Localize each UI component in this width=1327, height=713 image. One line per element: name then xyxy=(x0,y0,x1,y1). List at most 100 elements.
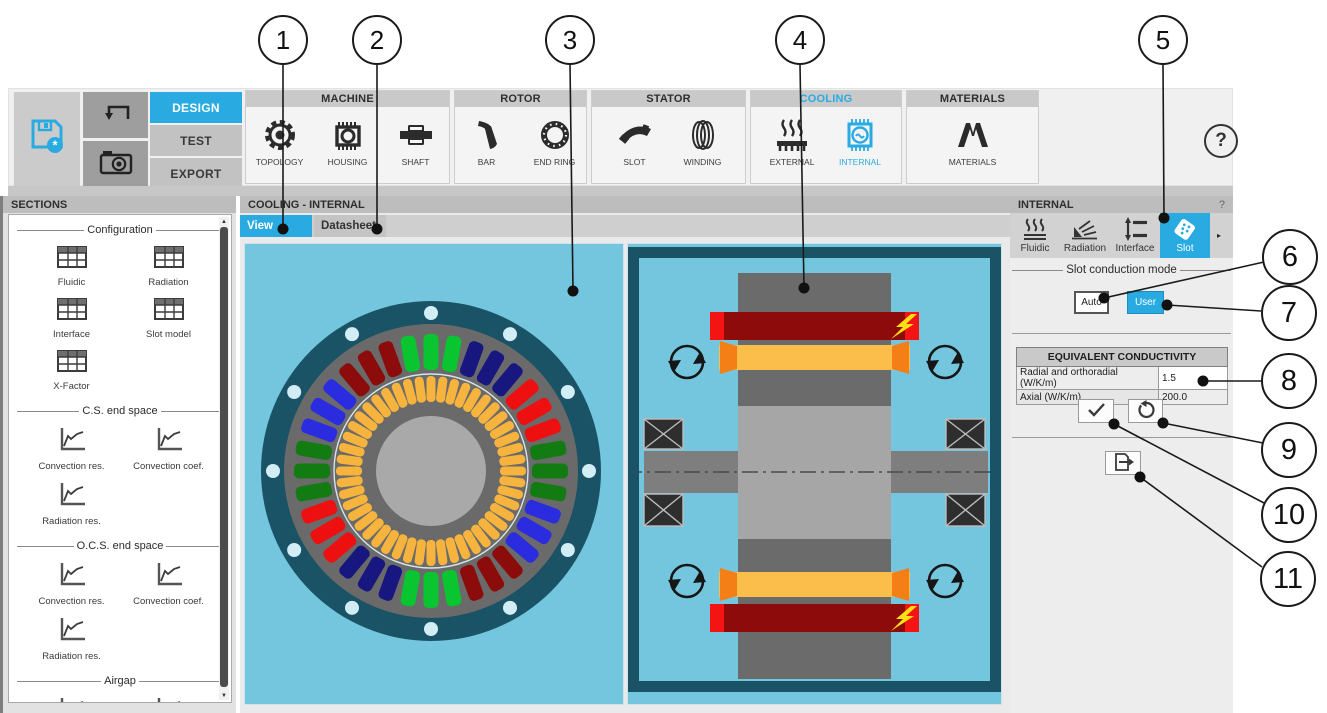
axial-cross-section-view[interactable] xyxy=(627,243,1002,705)
scroll-down-icon[interactable]: ▼ xyxy=(219,691,229,700)
tab-datasheet[interactable]: Datasheet xyxy=(314,215,386,237)
tab-internal-fluidic[interactable]: Fluidic xyxy=(1010,213,1060,258)
save-floppy-icon: * xyxy=(27,115,67,164)
callout-3-circle: 3 xyxy=(545,15,595,65)
sidebar-item-label: Convection res. xyxy=(38,596,104,607)
sidebar-item-label: Radiation res. xyxy=(42,516,101,527)
screenshot-camera-button[interactable] xyxy=(83,141,148,187)
bar-icon xyxy=(471,115,503,155)
toolbar-group-title: STATOR xyxy=(592,91,745,107)
apply-button[interactable] xyxy=(1078,399,1114,423)
sidebar-item-radiation[interactable]: Radiation xyxy=(120,240,217,292)
chart-icon xyxy=(155,427,183,457)
toolbar-item-housing[interactable]: HOUSING xyxy=(317,115,379,167)
tab-label: Interface xyxy=(1116,243,1155,254)
sidebar-item-label: X-Factor xyxy=(53,381,89,392)
chart-icon xyxy=(58,617,86,647)
table-icon xyxy=(57,298,87,325)
tab-design[interactable]: DESIGN xyxy=(150,92,242,123)
tab-test[interactable]: TEST xyxy=(150,125,242,156)
internal-panel-title: INTERNAL xyxy=(1018,199,1074,211)
toolbar-item-external[interactable]: EXTERNAL xyxy=(761,115,823,167)
toolbar-item-slot[interactable]: SLOT xyxy=(604,115,666,167)
revert-button[interactable] xyxy=(1128,399,1163,423)
table-title: EQUIVALENT CONDUCTIVITY xyxy=(1017,348,1228,367)
bolt-hole xyxy=(561,385,575,399)
callout-9-circle: 9 xyxy=(1261,422,1317,478)
toolbar-item-label: INTERNAL xyxy=(839,157,881,167)
user-mode-button[interactable]: User xyxy=(1127,291,1164,314)
sidebar-item-airgap-curve[interactable] xyxy=(120,691,217,703)
tab-view[interactable]: View xyxy=(240,215,312,237)
scrollbar-thumb[interactable] xyxy=(220,227,228,687)
slot-conduction-mode-label: Slot conduction mode xyxy=(1063,264,1180,276)
toolbar-item-end-ring[interactable]: END RING xyxy=(524,115,586,167)
rule-line xyxy=(17,681,101,682)
sidebar-item-convection-res[interactable]: Convection res. xyxy=(23,421,120,476)
scroll-up-icon[interactable]: ▲ xyxy=(219,217,229,226)
toolbar-item-bar[interactable]: BAR xyxy=(456,115,518,167)
topology-icon xyxy=(262,115,298,155)
sidebar-item-airgap-curve[interactable] xyxy=(23,691,120,703)
sidebar-item-slot-model[interactable]: Slot model xyxy=(120,292,217,344)
radial-conductivity-value[interactable]: 1.5 xyxy=(1159,367,1228,390)
sidebar-item-label: Convection res. xyxy=(38,461,104,472)
callout-11-circle: 11 xyxy=(1260,551,1316,607)
toolbar-group-title: ROTOR xyxy=(455,91,586,107)
return-arrow-icon xyxy=(99,99,133,132)
axial-conductivity-value[interactable]: 200.0 xyxy=(1159,390,1228,405)
bolt-hole xyxy=(424,622,438,636)
rule-line xyxy=(17,230,84,231)
sidebar-item-interface[interactable]: Interface xyxy=(23,292,120,344)
toolbar-item-internal[interactable]: INTERNAL xyxy=(829,115,891,167)
toolbar-item-winding[interactable]: WINDING xyxy=(672,115,734,167)
sidebar-item-radiation-res[interactable]: Radiation res. xyxy=(23,476,120,531)
bolt-hole xyxy=(287,543,301,557)
sidebar-item-x-factor[interactable]: X-Factor xyxy=(23,344,120,396)
sections-title: SECTIONS xyxy=(11,199,67,211)
tab-export[interactable]: EXPORT xyxy=(150,158,242,189)
sidebar-item-fluidic[interactable]: Fluidic xyxy=(23,240,120,292)
sidebar-item-convection-coef[interactable]: Convection coef. xyxy=(120,556,217,611)
toolbar-item-label: BAR xyxy=(478,157,495,167)
toolbar-group-body: TOPOLOGYHOUSINGSHAFT xyxy=(246,107,449,167)
tab-internal-radiation[interactable]: Radiation xyxy=(1060,213,1110,258)
toolbar-item-topology[interactable]: TOPOLOGY xyxy=(249,115,311,167)
sidebar-item-label: Interface xyxy=(53,329,90,340)
help-button[interactable]: ? xyxy=(1204,124,1238,158)
rule-line xyxy=(161,411,223,412)
bolt-hole xyxy=(561,543,575,557)
callout-6-circle: 6 xyxy=(1262,229,1318,285)
toolbar-group-cooling: COOLINGEXTERNALINTERNAL xyxy=(750,90,902,184)
sidebar-item-radiation-res[interactable]: Radiation res. xyxy=(23,611,120,666)
checkmark-icon xyxy=(1083,400,1109,423)
return-arrow-button[interactable] xyxy=(83,92,148,138)
tabs-overflow-arrow-icon[interactable]: ▸ xyxy=(1210,213,1228,258)
winding-icon xyxy=(685,115,721,155)
bolt-hole xyxy=(266,464,280,478)
radial-cross-section-view[interactable] xyxy=(244,243,624,705)
sidebar-item-convection-coef[interactable]: Convection coef. xyxy=(120,421,217,476)
tab-internal-interface[interactable]: Interface xyxy=(1110,213,1160,258)
table-icon xyxy=(154,246,184,273)
internal-panel-header: INTERNAL ? xyxy=(1010,196,1233,213)
slot-icon xyxy=(615,115,655,155)
chart-icon xyxy=(58,482,86,512)
shaft-icon xyxy=(398,115,434,155)
section-items-grid xyxy=(9,691,231,703)
auto-mode-button[interactable]: Auto xyxy=(1074,291,1109,314)
save-button[interactable]: * xyxy=(14,92,80,186)
sidebar-item-convection-res[interactable]: Convection res. xyxy=(23,556,120,611)
bolt-hole xyxy=(287,385,301,399)
toolbar-item-materials[interactable]: MATERIALS xyxy=(942,115,1004,167)
toolbar-item-shaft[interactable]: SHAFT xyxy=(385,115,447,167)
rule-line xyxy=(17,546,74,547)
sections-scrollbar[interactable]: ▲ ▼ xyxy=(219,217,229,700)
sidebar-item-label: Fluidic xyxy=(58,277,85,288)
toolbar-divider-band xyxy=(8,186,1233,196)
tab-internal-slot[interactable]: Slot xyxy=(1160,213,1210,258)
panel-help-icon[interactable]: ? xyxy=(1219,199,1225,211)
export-values-button[interactable] xyxy=(1105,451,1141,475)
internal-tab-bar: Fluidic Radiation Interface Slot▸ xyxy=(1010,213,1233,258)
tab-label: Radiation xyxy=(1064,243,1106,254)
